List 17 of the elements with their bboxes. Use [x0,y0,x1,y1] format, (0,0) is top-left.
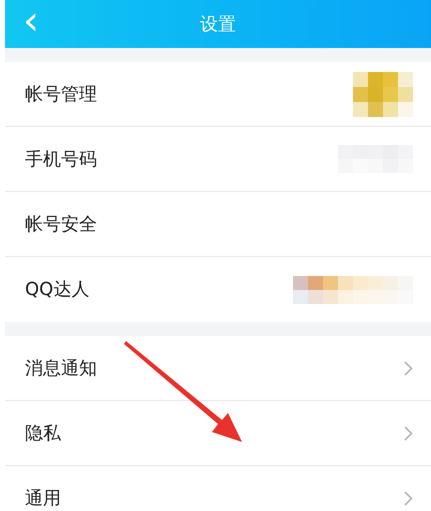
page-title: 设置 [200,12,236,36]
settings-row[interactable]: QQ达人 [5,257,431,322]
settings-row[interactable]: 手机号码 [5,127,431,192]
row-label: 手机号码 [25,148,97,172]
chevron-icon [404,360,413,376]
row-label: QQ达人 [25,278,90,302]
settings-row[interactable]: 帐号安全 [5,192,431,257]
row-label: 通用 [25,487,61,511]
row-label: 消息通知 [25,356,97,380]
row-label: 帐号管理 [25,82,97,106]
mosaic-drawing [353,72,413,116]
settings-row[interactable]: 帐号管理 [5,62,431,127]
settings-row[interactable]: 通用 [5,466,431,511]
row-label: 隐私 [25,422,61,446]
chevron-icon [404,491,413,506]
chevron-icon [404,426,413,440]
row-label: 帐号安全 [25,212,97,236]
